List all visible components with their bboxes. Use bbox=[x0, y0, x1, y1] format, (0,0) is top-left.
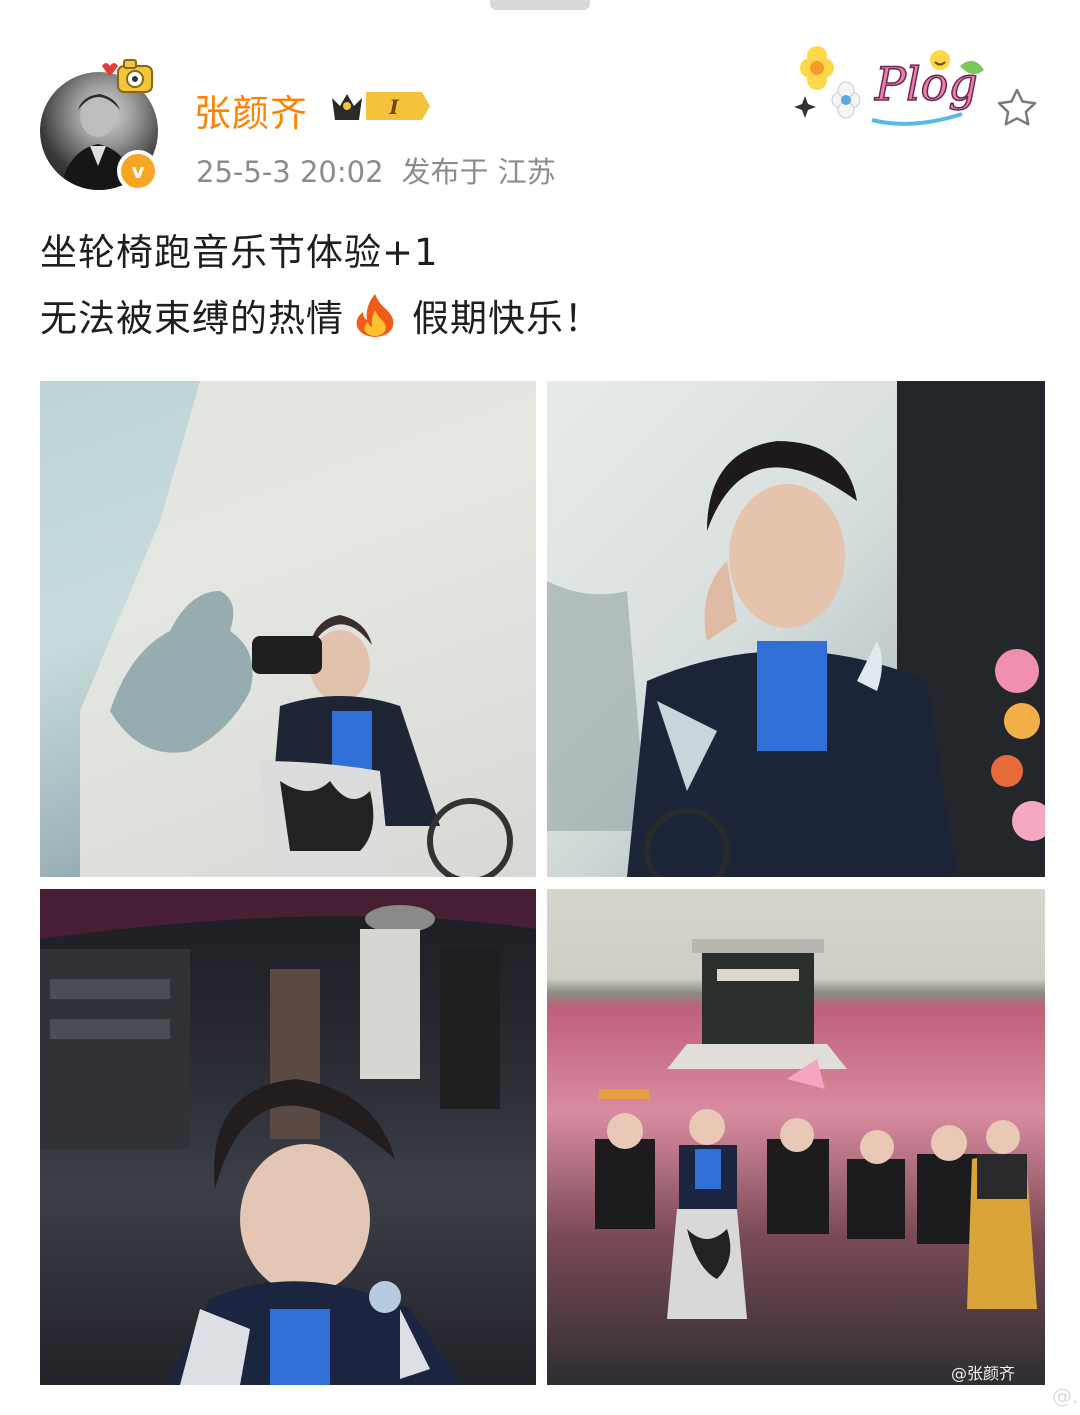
post-location: 发布于 江苏 bbox=[401, 155, 556, 189]
post-time: 25-5-3 20:02 bbox=[196, 155, 384, 189]
verified-badge-icon: v bbox=[117, 150, 159, 192]
drag-handle[interactable] bbox=[490, 0, 590, 10]
camera-pendant-icon bbox=[102, 59, 153, 93]
flower-icon bbox=[800, 46, 834, 90]
photo-2[interactable] bbox=[547, 381, 1045, 877]
post-meta: 25-5-3 20:02 发布于 江苏 bbox=[196, 149, 574, 191]
author-name[interactable]: 张颜齐 bbox=[194, 83, 308, 137]
photo-2-scene bbox=[547, 381, 1045, 877]
photo-4-scene: @张颜齐 bbox=[595, 939, 1037, 1383]
member-level-text: I bbox=[388, 95, 399, 119]
post-text-line-1: 坐轮椅跑音乐节体验+1 bbox=[40, 231, 439, 274]
photo-3[interactable] bbox=[40, 889, 536, 1385]
photo-4[interactable]: @张颜齐 bbox=[547, 889, 1045, 1385]
post-text-part: 无法被束缚的热情 bbox=[40, 297, 344, 340]
star-outline-icon[interactable] bbox=[995, 86, 1039, 130]
post-text-line-2: 无法被束缚的热情 假期快乐！ bbox=[40, 288, 602, 342]
member-level-badge[interactable]: I bbox=[330, 88, 432, 124]
flower-icon bbox=[831, 81, 861, 119]
photo-1-scene bbox=[80, 381, 536, 877]
photo-watermark: @张颜齐 bbox=[951, 1364, 1015, 1383]
photo-1[interactable] bbox=[40, 381, 536, 877]
plog-sticker: Plog bbox=[794, 46, 984, 126]
post-text-part: 假期快乐！ bbox=[412, 297, 602, 340]
fire-icon bbox=[356, 294, 394, 337]
page-watermark: @... bbox=[1052, 1384, 1080, 1408]
photo-3-scene bbox=[40, 889, 536, 1385]
